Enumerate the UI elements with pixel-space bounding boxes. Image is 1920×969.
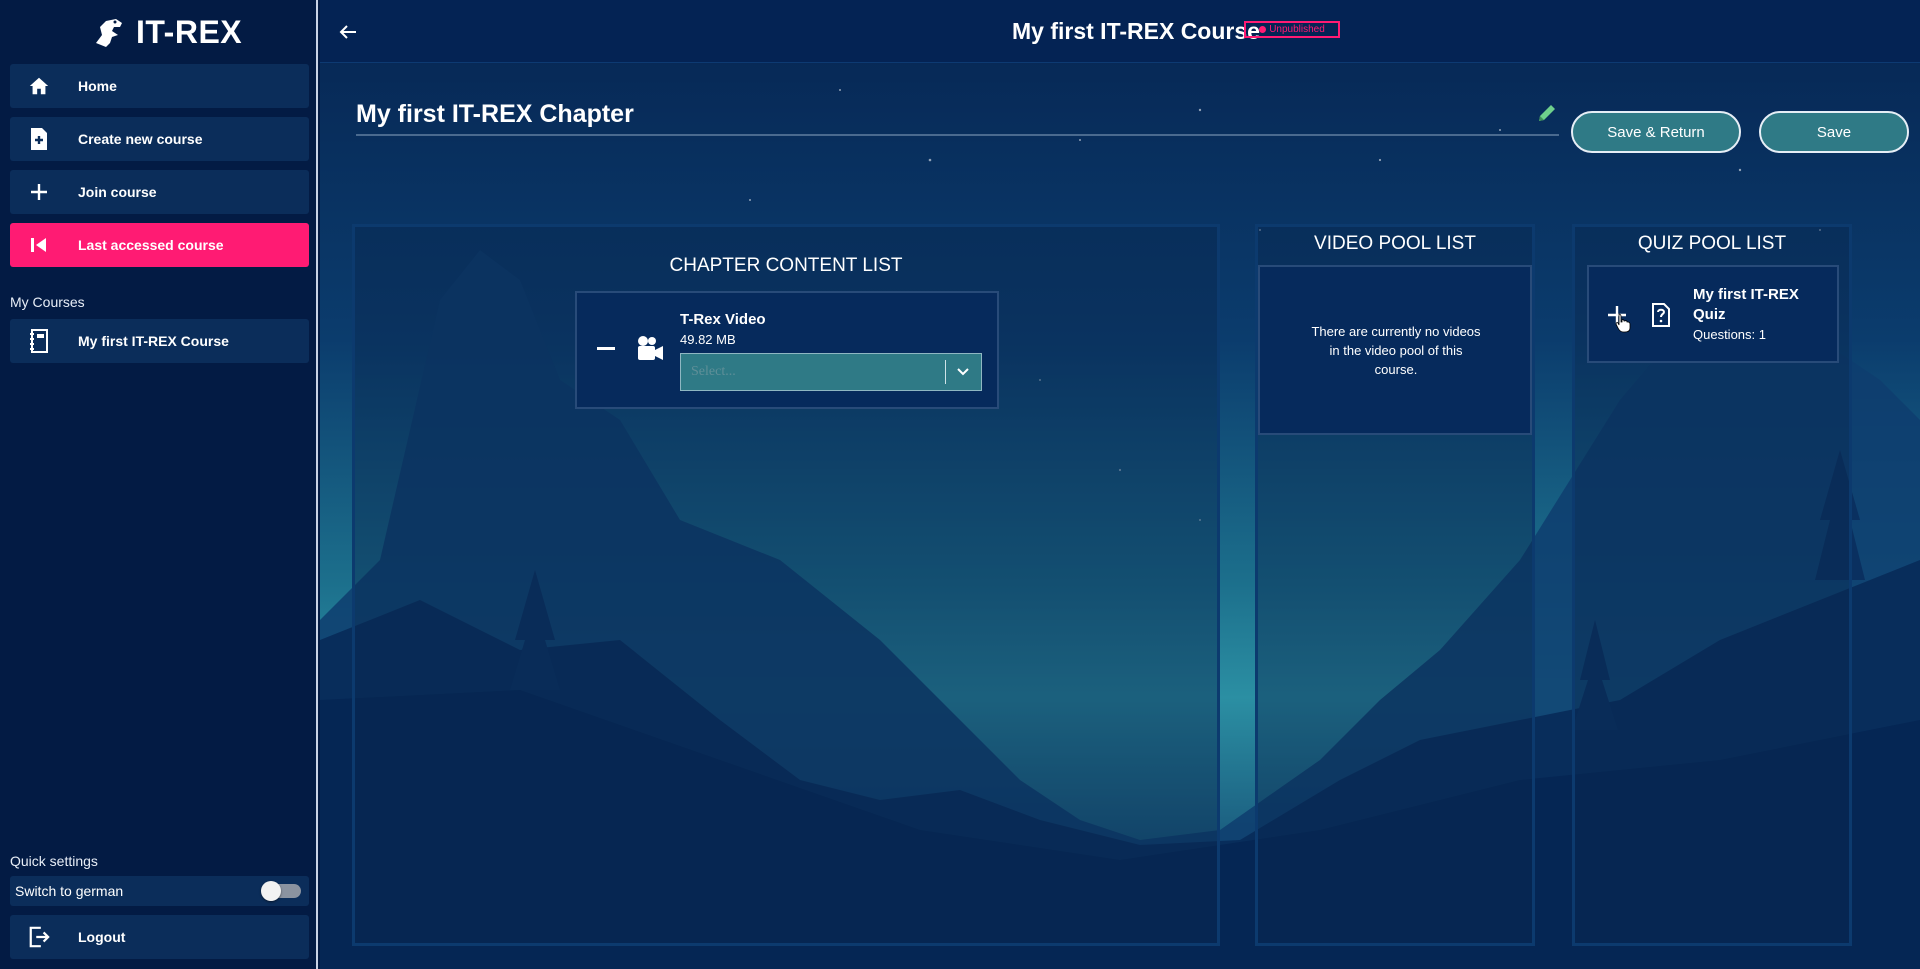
nav-home[interactable]: Home (10, 64, 309, 108)
language-toggle-label: Switch to german (15, 883, 124, 899)
plus-icon (10, 183, 68, 201)
quiz-item-card[interactable]: My first IT-REX Quiz Questions: 1 (1587, 265, 1839, 363)
quiz-item-name: My first IT-REX Quiz (1693, 286, 1799, 323)
save-return-button[interactable]: Save & Return (1571, 111, 1741, 153)
top-bar: My first IT-REX Course Unpublished (320, 0, 1920, 63)
content-item-size: 49.82 MB (680, 332, 736, 347)
logout-label: Logout (78, 929, 126, 945)
nav-last-accessed-label: Last accessed course (78, 237, 224, 253)
video-pool-empty-message: There are currently no videos in the vid… (1311, 324, 1481, 377)
quiz-pool-panel: QUIZ POOL LIST My first IT-REX Quiz Ques… (1572, 224, 1852, 946)
app-logo[interactable]: IT-REX (90, 10, 242, 54)
video-pool-empty-card: There are currently no videos in the vid… (1258, 265, 1532, 435)
my-courses-heading: My Courses (10, 294, 85, 310)
back-arrow-icon[interactable] (336, 20, 360, 44)
content-item-name: T-Rex Video (680, 311, 766, 328)
logout-icon (10, 926, 68, 948)
video-pool-panel: VIDEO POOL LIST There are currently no v… (1255, 224, 1535, 946)
content-item-card[interactable]: T-Rex Video 49.82 MB Select... (575, 291, 999, 409)
notebook-icon (10, 329, 68, 353)
chapter-content-panel: CHAPTER CONTENT LIST T-Rex Video 49.82 M… (352, 224, 1220, 946)
quiz-pool-title: QUIZ POOL LIST (1637, 233, 1787, 254)
save-button[interactable]: Save (1759, 111, 1909, 153)
status-badge-label: Unpublished (1269, 24, 1325, 35)
main-area: My first IT-REX Course Unpublished My fi… (320, 0, 1920, 969)
nav-join-course-label: Join course (78, 184, 157, 200)
status-dot-icon (1259, 26, 1267, 33)
select-placeholder: Select... (691, 364, 736, 379)
chapter-content-title: CHAPTER CONTENT LIST (669, 255, 903, 276)
hand-cursor-icon (1615, 313, 1631, 333)
course-item-my-first-course[interactable]: My first IT-REX Course (10, 319, 309, 363)
trex-logo-icon (96, 19, 122, 47)
nav-create-course[interactable]: Create new course (10, 117, 309, 161)
status-badge: Unpublished (1244, 21, 1340, 38)
chapter-title-input[interactable]: My first IT-REX Chapter (356, 100, 1559, 136)
logout-button[interactable]: Logout (10, 915, 309, 959)
chevron-down-icon[interactable] (956, 367, 970, 377)
course-item-label: My first IT-REX Course (78, 333, 229, 349)
file-plus-icon (10, 127, 68, 151)
minus-icon[interactable] (597, 346, 615, 352)
select-divider (945, 360, 946, 384)
nav-home-label: Home (78, 78, 117, 94)
language-toggle-row[interactable]: Switch to german (10, 876, 309, 906)
app-name: IT-REX (136, 13, 243, 50)
video-camera-icon (638, 336, 663, 360)
quick-settings-heading: Quick settings (10, 853, 98, 869)
language-toggle-switch[interactable] (261, 881, 301, 901)
quiz-item-questions: Questions: 1 (1693, 327, 1766, 342)
nav-join-course[interactable]: Join course (10, 170, 309, 214)
video-pool-title: VIDEO POOL LIST (1314, 233, 1476, 254)
home-icon (10, 75, 68, 97)
course-title: My first IT-REX Course (1012, 18, 1260, 44)
toggle-knob (261, 881, 281, 901)
quiz-file-icon (1652, 303, 1670, 327)
content-item-select[interactable]: Select... (680, 353, 982, 391)
chapter-title-text: My first IT-REX Chapter (356, 100, 634, 128)
skip-back-icon (10, 237, 68, 253)
nav-last-accessed-course[interactable]: Last accessed course (10, 223, 309, 267)
sidebar: IT-REX Home Create new course Join cours… (0, 0, 318, 969)
pencil-icon[interactable] (1536, 102, 1558, 124)
nav-create-course-label: Create new course (78, 131, 203, 147)
